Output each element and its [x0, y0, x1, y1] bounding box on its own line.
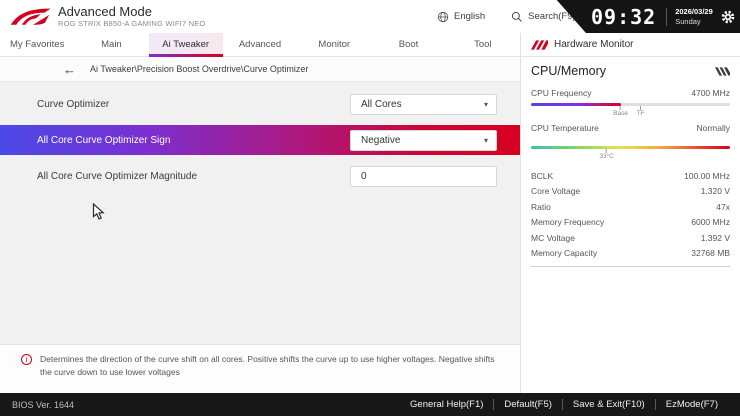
- cpu-frequency-label: CPU Frequency: [531, 88, 592, 98]
- base-frequency-mark: Base: [613, 106, 628, 118]
- clock-separator: [666, 7, 668, 26]
- section-stripes-icon: [715, 66, 730, 76]
- tab-ai-tweaker[interactable]: Ai Tweaker: [148, 33, 224, 57]
- tab-main[interactable]: Main: [74, 33, 148, 56]
- mode-title: Advanced Mode: [58, 3, 152, 19]
- sensor-readings-list: BCLK 100.00 MHz Core Voltage 1.320 V Rat…: [531, 168, 730, 261]
- ezmode-button[interactable]: EzMode(F7): [654, 399, 728, 410]
- hardware-monitor-title: Hardware Monitor: [554, 39, 634, 50]
- general-help-button[interactable]: General Help(F1): [400, 399, 493, 410]
- setting-label: Curve Optimizer: [37, 98, 110, 110]
- chevron-down-icon: ▾: [483, 99, 488, 109]
- motherboard-name: ROG STRIX B850-A GAMING WIFI7 NEO: [58, 18, 206, 28]
- search-icon: [512, 11, 523, 22]
- tab-bar: My Favorites Main Ai Tweaker Advanced Mo…: [0, 33, 520, 57]
- reading-memory-capacity: Memory Capacity 32768 MB: [531, 248, 730, 259]
- search-button[interactable]: Search(F9): [511, 11, 576, 23]
- rog-logo-icon: [10, 8, 51, 25]
- reading-memory-frequency: Memory Frequency 6000 MHz: [531, 217, 730, 228]
- body: My Favorites Main Ai Tweaker Advanced Mo…: [0, 33, 740, 393]
- turbo-frequency-mark: TF: [636, 106, 644, 118]
- gear-icon[interactable]: [721, 10, 735, 24]
- input-value: 0: [361, 170, 367, 182]
- mode-title-block: Advanced Mode ROG STRIX B850-A GAMING WI…: [58, 3, 206, 29]
- cpu-frequency-value: 4700 MHz: [691, 88, 730, 98]
- panel-divider: [531, 266, 730, 267]
- curve-optimizer-sign-dropdown[interactable]: Negative ▾: [350, 129, 497, 151]
- info-icon: i: [21, 354, 32, 365]
- cpu-frequency-row: CPU Frequency 4700 MHz: [531, 88, 730, 98]
- breadcrumb: Ai Tweaker\Precision Boost Overdrive\Cur…: [90, 64, 309, 74]
- current-temperature-mark: 33°C: [599, 149, 614, 161]
- tab-advanced[interactable]: Advanced: [223, 33, 297, 56]
- setting-label: All Core Curve Optimizer Sign: [37, 134, 171, 146]
- globe-icon: [437, 11, 449, 22]
- tab-monitor[interactable]: Monitor: [297, 33, 371, 56]
- default-button[interactable]: Default(F5): [493, 399, 562, 410]
- footer-actions: General Help(F1) Default(F5) Save & Exit…: [400, 399, 728, 410]
- clock-date: 2026/03/29: [675, 7, 713, 17]
- tab-my-favorites[interactable]: My Favorites: [0, 33, 74, 56]
- curve-optimizer-magnitude-input[interactable]: 0: [350, 165, 497, 187]
- setting-row-curve-optimizer-sign[interactable]: All Core Curve Optimizer Sign Negative ▾: [0, 125, 520, 155]
- settings-list: Curve Optimizer All Cores ▾ All Core Cur…: [0, 82, 520, 344]
- hazard-stripes-icon: [531, 39, 548, 50]
- dropdown-value: All Cores: [361, 98, 402, 110]
- footer-bar: BIOS Ver. 1644 General Help(F1) Default(…: [0, 393, 740, 416]
- save-exit-button[interactable]: Save & Exit(F10): [561, 399, 655, 410]
- breadcrumb-bar: ← Ai Tweaker\Precision Boost Overdrive\C…: [0, 57, 520, 82]
- tab-tool[interactable]: Tool: [446, 33, 520, 56]
- top-actions: English Search(F9): [437, 0, 576, 33]
- reading-ratio: Ratio 47x: [531, 201, 730, 212]
- dropdown-value: Negative: [361, 134, 401, 146]
- reading-bclk: BCLK 100.00 MHz: [531, 170, 730, 181]
- setting-row-curve-optimizer[interactable]: Curve Optimizer All Cores ▾: [0, 90, 520, 118]
- tab-boot[interactable]: Boot: [371, 33, 445, 56]
- hardware-monitor-body: CPU/Memory CPU Frequency 4700 MHz Base T…: [521, 64, 740, 267]
- cpu-temperature-value: Normally: [696, 123, 730, 133]
- clock-day: Sunday: [675, 16, 701, 26]
- cpu-temperature-label: CPU Temperature: [531, 123, 599, 133]
- cpu-memory-title: CPU/Memory: [531, 64, 607, 78]
- bios-version: BIOS Ver. 1644: [12, 399, 75, 410]
- cpu-temperature-row: CPU Temperature Normally: [531, 123, 730, 133]
- top-bar: Advanced Mode ROG STRIX B850-A GAMING WI…: [0, 0, 740, 33]
- cpu-frequency-marks: Base TF: [531, 106, 730, 119]
- hardware-monitor-panel: Hardware Monitor CPU/Memory CPU Frequenc…: [520, 33, 740, 393]
- help-info-text: Determines the direction of the curve sh…: [40, 354, 495, 377]
- setting-row-curve-optimizer-magnitude[interactable]: All Core Curve Optimizer Magnitude 0: [0, 162, 520, 190]
- setting-label: All Core Curve Optimizer Magnitude: [37, 170, 198, 182]
- help-info-box: i Determines the direction of the curve …: [0, 344, 520, 393]
- cpu-memory-section-header: CPU/Memory: [531, 64, 730, 78]
- main-column: My Favorites Main Ai Tweaker Advanced Mo…: [0, 33, 520, 393]
- hardware-monitor-header: Hardware Monitor: [521, 33, 740, 57]
- language-selector[interactable]: English: [437, 11, 485, 23]
- chevron-down-icon: ▾: [483, 135, 488, 145]
- clock-date-block: 2026/03/29 Sunday: [675, 7, 713, 26]
- reading-mc-voltage: MC Voltage 1.392 V: [531, 232, 730, 243]
- bios-advanced-mode-screen: Advanced Mode ROG STRIX B850-A GAMING WI…: [0, 0, 740, 416]
- language-label: English: [454, 11, 486, 22]
- cpu-temperature-marks: 33°C: [531, 149, 730, 162]
- curve-optimizer-dropdown[interactable]: All Cores ▾: [350, 93, 497, 115]
- back-arrow-icon[interactable]: ←: [63, 62, 76, 77]
- clock-time: 09:32: [591, 4, 657, 29]
- reading-core-voltage: Core Voltage 1.320 V: [531, 186, 730, 197]
